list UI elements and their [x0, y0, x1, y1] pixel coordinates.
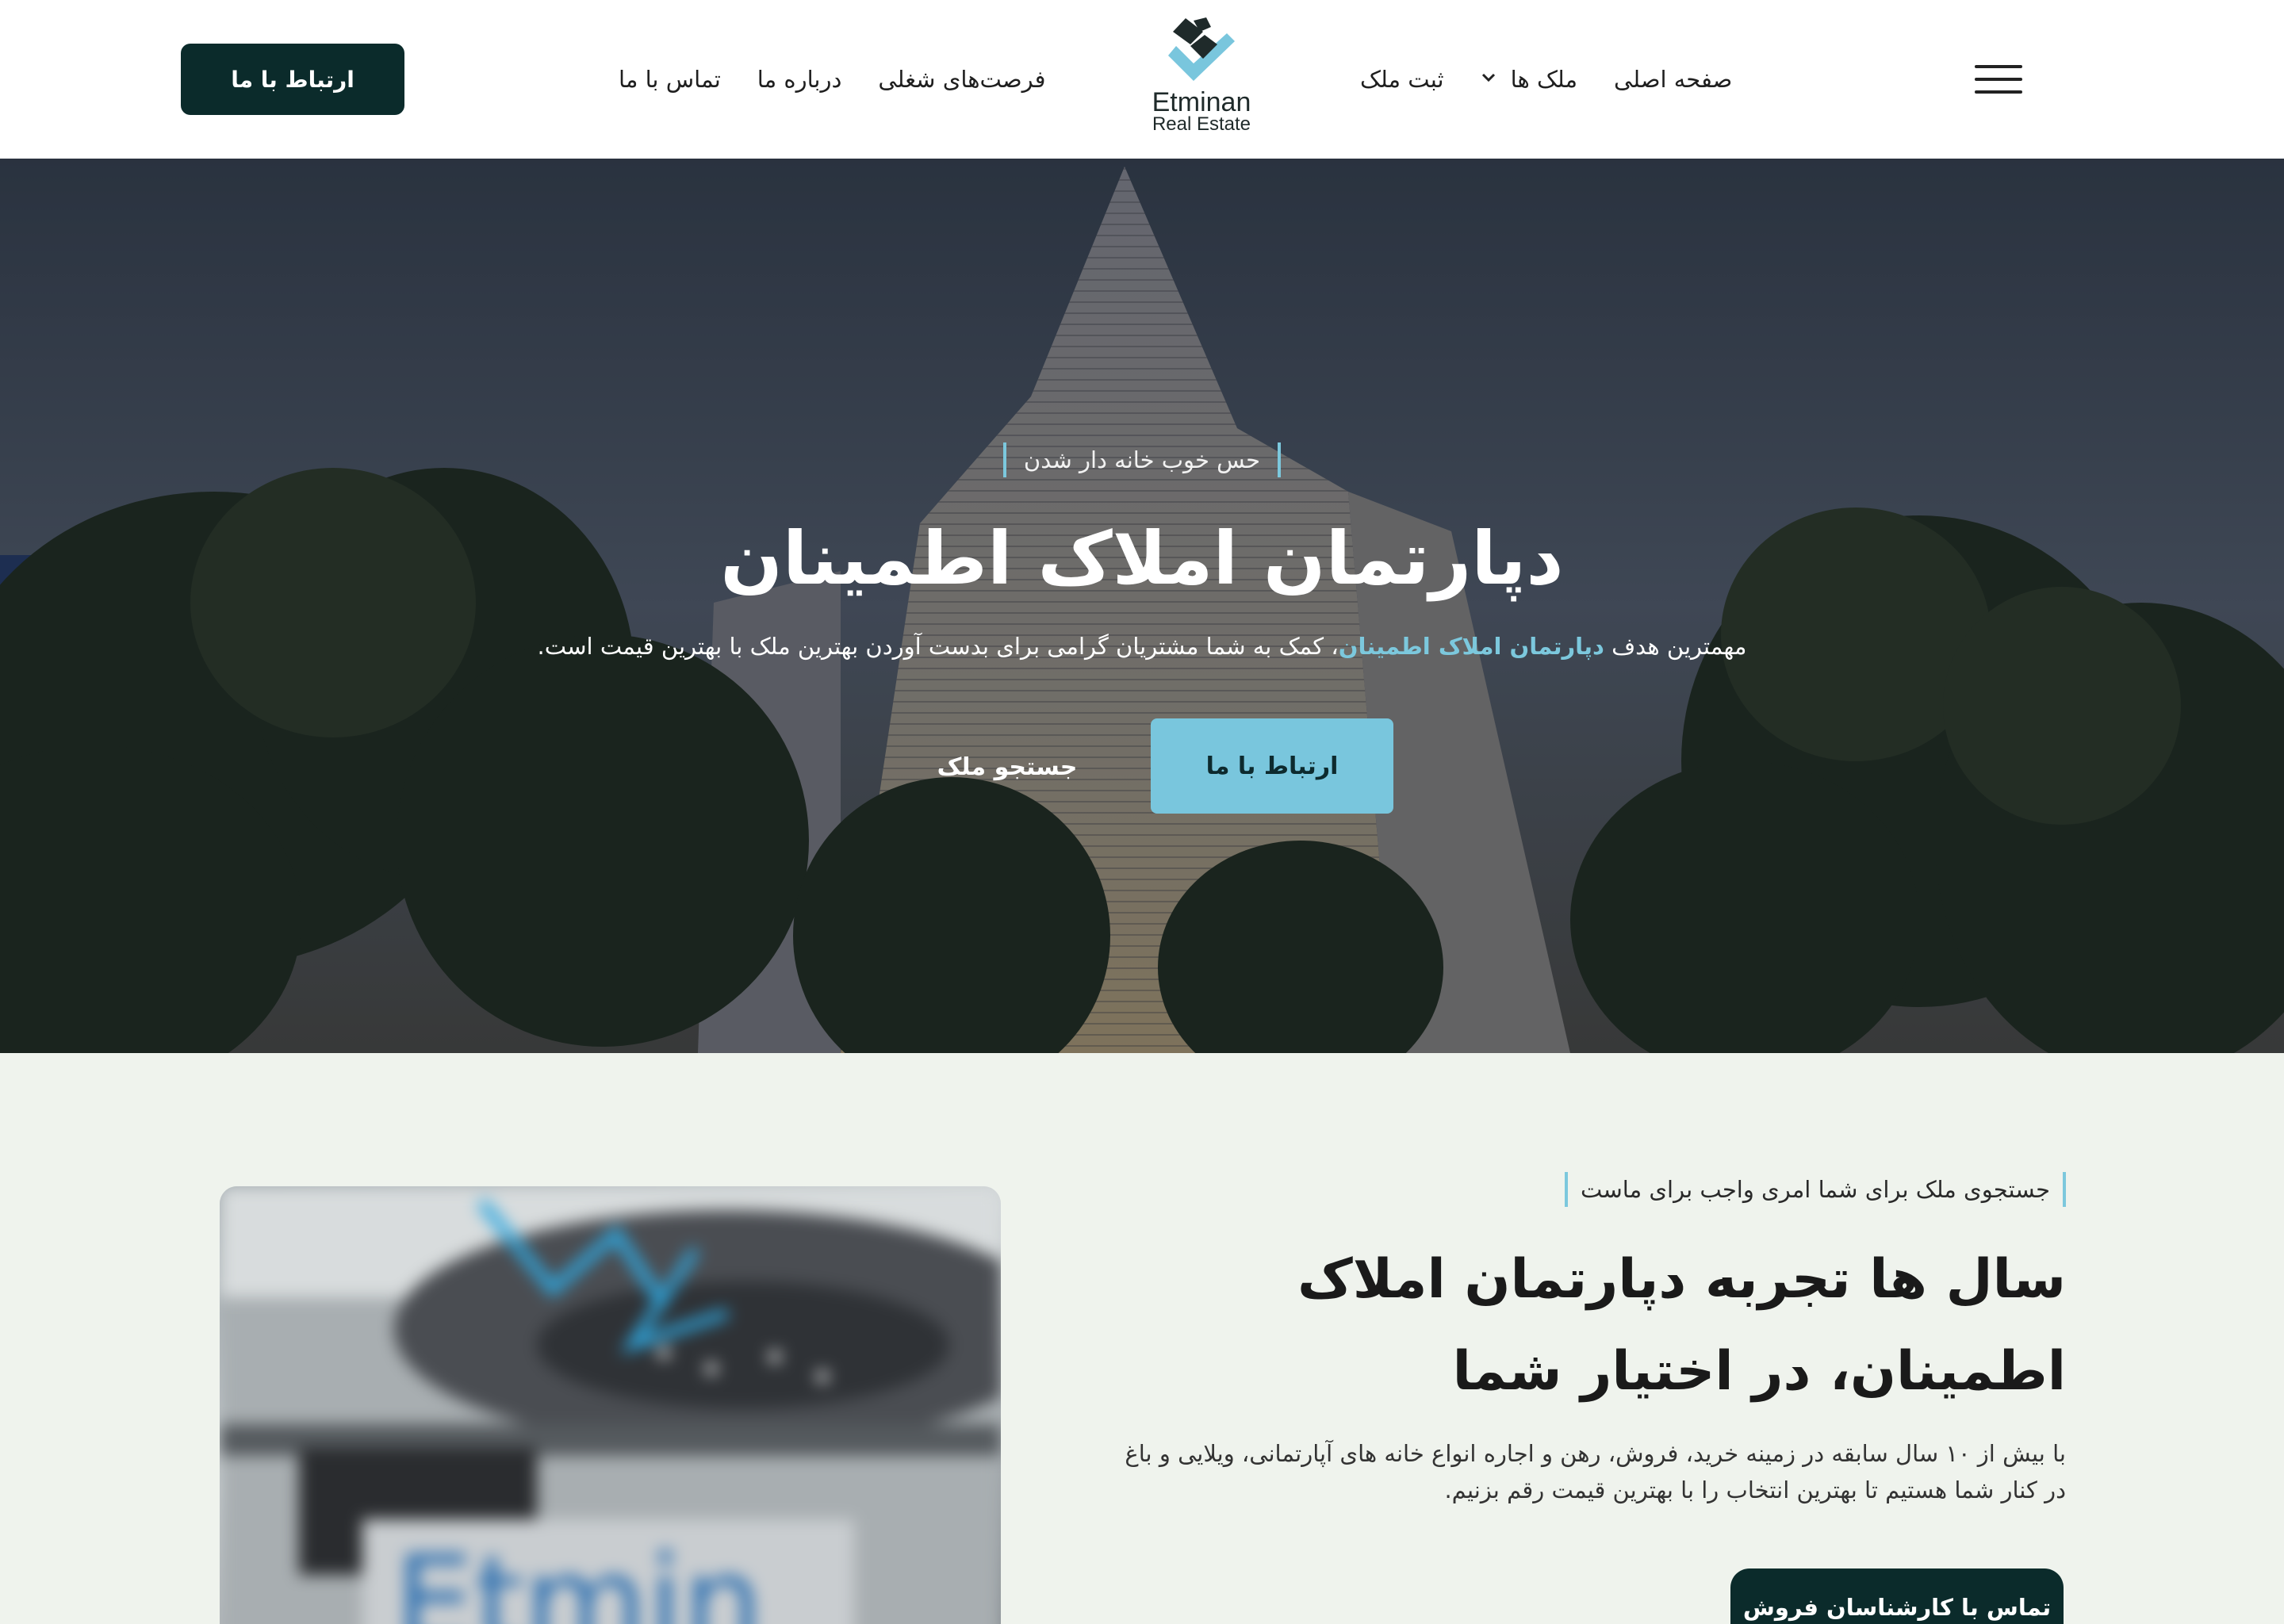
hero-contact-button[interactable]: ارتباط با ما [1151, 718, 1393, 814]
about-title: سال ها تجربه دپارتمان املاک اطمینان، در … [1110, 1234, 2066, 1418]
nav-item-careers[interactable]: فرصت‌های شغلی [878, 66, 1045, 93]
nav-item-properties-label: ملک ها [1510, 66, 1578, 93]
about-title-line-1: سال ها تجربه دپارتمان املاک [1297, 1248, 2066, 1311]
about-description: با بیش از ۱۰ سال سابقه در زمینه خرید، فر… [1110, 1435, 2066, 1508]
nav-item-register-property[interactable]: ثبت ملک [1360, 66, 1444, 93]
logo-wordmark: Etminan [1152, 87, 1251, 117]
hero-eyebrow: حس خوب خانه دار شدن [0, 442, 2284, 477]
hero-lead-start: مهمترین هدف [1604, 633, 1747, 660]
nav-primary: صفحه اصلی ملک ها ثبت ملک [1360, 56, 1732, 103]
logo-mark-icon [1168, 17, 1235, 81]
hero-section: حس خوب خانه دار شدن دپارتمان املاک اطمین… [0, 159, 2284, 1053]
hero-eyebrow-text: حس خوب خانه دار شدن [1002, 442, 1282, 477]
site-logo[interactable]: Etminan Real Estate [1142, 14, 1261, 149]
logo-tagline: Real Estate [1152, 113, 1251, 135]
hero-search-property-link[interactable]: جستجو ملک [920, 745, 1094, 788]
nav-item-contact[interactable]: تماس با ما [619, 66, 721, 93]
site-header: ارتباط با ما فرصت‌های شغلی درباره ما تما… [0, 0, 2284, 159]
about-description-line-2: در کنار شما هستیم تا بهترین انتخاب را با… [1444, 1477, 2066, 1503]
hero-title: دپارتمان املاک اطمینان [720, 516, 1564, 601]
hero-lead: مهمترین هدف دپارتمان املاک اطمینان، کمک … [0, 633, 2284, 660]
nav-item-properties[interactable]: ملک ها [1481, 66, 1577, 93]
about-description-line-1: با بیش از ۱۰ سال سابقه در زمینه خرید، فر… [1125, 1440, 2066, 1467]
about-section: Etmin جستجوی ملک برای شما امری واجب برای… [0, 1053, 2284, 1624]
chevron-down-icon [1481, 68, 1496, 88]
page: ارتباط با ما فرصت‌های شغلی درباره ما تما… [0, 0, 2284, 1624]
nav-item-about[interactable]: درباره ما [757, 66, 842, 93]
hero-lead-end: ، کمک به شما مشتریان گرامی برای بدست آور… [537, 633, 1339, 660]
contact-sales-button[interactable]: تماس با کارشناسان فروش [1730, 1568, 2064, 1624]
about-text: جستجوی ملک برای شما امری واجب برای ماست … [1110, 1172, 2066, 1508]
nav-secondary: فرصت‌های شغلی درباره ما تماس با ما [619, 56, 1046, 103]
office-photo: Etmin [220, 1186, 1001, 1624]
contact-us-button[interactable]: ارتباط با ما [181, 44, 404, 115]
about-eyebrow: جستجوی ملک برای شما امری واجب برای ماست [1564, 1172, 2066, 1207]
about-title-line-2: اطمینان، در اختیار شما [1452, 1340, 2066, 1403]
hero-lead-highlight: دپارتمان املاک اطمینان [1338, 633, 1604, 660]
nav-item-home[interactable]: صفحه اصلی [1614, 66, 1732, 93]
hamburger-icon[interactable] [1975, 65, 2022, 94]
svg-text:Etmin: Etmin [394, 1528, 764, 1624]
hero-content: حس خوب خانه دار شدن دپارتمان املاک اطمین… [0, 159, 2284, 1053]
